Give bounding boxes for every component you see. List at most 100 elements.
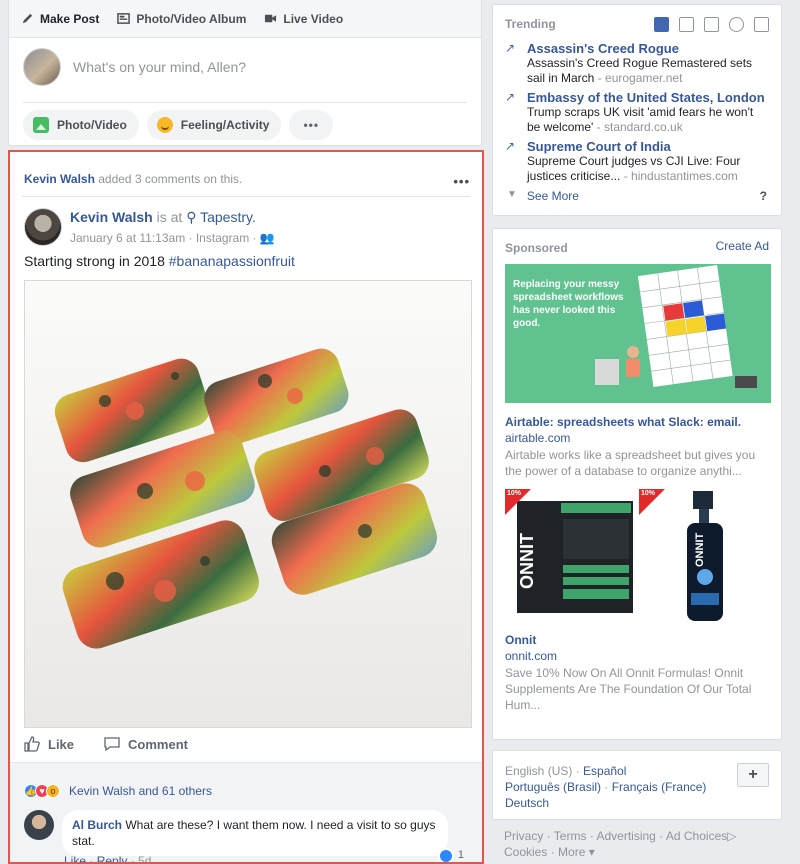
language-link[interactable]: Français (France) [612, 780, 707, 794]
tab-label: Photo/Video Album [136, 11, 247, 26]
comment: Al Burch What are these? I want them now… [24, 810, 464, 862]
onnit-logo-text: ONNIT [517, 533, 537, 589]
add-language-button[interactable]: + [737, 763, 769, 787]
pencil-icon [22, 13, 33, 24]
context-action: added 3 comments on this. [94, 172, 243, 186]
reactions-count[interactable]: Kevin Walsh and 61 others [69, 784, 212, 798]
divider [22, 196, 470, 197]
album-icon [117, 13, 131, 24]
trending-item-title[interactable]: Embassy of the United States, London [527, 90, 765, 105]
button-label: Photo/Video [57, 118, 127, 132]
composer-tabs: Make Post Photo/Video Album Live Video [9, 0, 481, 38]
feeling-activity-button[interactable]: Feeling/Activity [146, 110, 282, 140]
location-pin-icon: ⚲ [186, 209, 201, 225]
discount-badge-text: 10% [641, 490, 656, 497]
trending-arrow-icon: ↗ [505, 139, 516, 153]
comment-bubble: Al Burch What are these? I want them now… [62, 810, 464, 862]
like-button[interactable]: Like [24, 736, 74, 752]
photo-video-button[interactable]: Photo/Video [23, 110, 139, 140]
tab-live-video[interactable]: Live Video [264, 12, 343, 26]
trending-item-source: - standard.co.uk [593, 120, 683, 134]
reactions-bar[interactable]: 👍 ♥ o Kevin Walsh and 61 others [10, 762, 482, 804]
discount-badge-text: 10% [507, 490, 522, 497]
discount-badge: 10% [639, 489, 665, 515]
feed-post: Kevin Walsh added 3 comments on this. ••… [8, 150, 484, 864]
reaction-icons: 👍 ♥ o [24, 783, 60, 798]
trending-item[interactable]: ↗ Embassy of the United States, London T… [505, 90, 765, 135]
post-photo[interactable] [24, 280, 472, 728]
discount-badge: 10% [505, 489, 531, 515]
button-label: Feeling/Activity [180, 118, 270, 132]
more-icon: ••• [303, 118, 320, 132]
comment-button[interactable]: Comment [104, 736, 188, 752]
comment-reply-link[interactable]: Reply [97, 854, 128, 862]
onnit-product-image-2[interactable]: ONNIT 10% [639, 489, 769, 627]
like-label: Like [48, 736, 75, 752]
trending-item-title[interactable]: Assassin's Creed Rogue [527, 41, 763, 56]
commenter-avatar[interactable] [24, 810, 54, 840]
ad-title-link[interactable]: Airtable: spreadsheets what Slack: email… [505, 415, 741, 429]
tab-make-post[interactable]: Make Post [21, 12, 99, 26]
comment-like-count: 1 [457, 849, 464, 861]
separator: · [586, 829, 597, 843]
post-text-body: Starting strong in 2018 [24, 253, 169, 269]
language-list: English (US) · Español Português (Brasil… [505, 763, 725, 811]
cookies-link[interactable]: Cookies [504, 845, 547, 859]
ad-url-link[interactable]: onnit.com [505, 649, 557, 663]
comment-text: What are these? I want them now. I need … [72, 818, 436, 848]
trending-item[interactable]: ↗ Supreme Court of India Supreme Court j… [505, 139, 763, 184]
airtable-ad-image[interactable]: Replacing your messy spreadsheet workflo… [505, 264, 771, 403]
help-icon[interactable]: ? [760, 189, 767, 203]
comment-like-link[interactable]: Like [64, 854, 86, 862]
advertising-link[interactable]: Advertising [596, 829, 655, 843]
sports-icon[interactable] [729, 17, 744, 32]
separator: · [601, 780, 612, 794]
user-avatar[interactable] [23, 48, 61, 86]
post-context-header: Kevin Walsh added 3 comments on this. [10, 152, 482, 196]
post-options-button[interactable]: ••• [453, 174, 470, 189]
onnit-product-image-1[interactable]: ONNIT 10% [505, 489, 635, 627]
comment-footer: Like · Reply · 5d [64, 854, 151, 862]
comment-time[interactable]: 5d [138, 854, 151, 862]
divider [23, 102, 467, 103]
post-timestamp[interactable]: January 6 at 11:13am · Instagram · [70, 231, 260, 245]
trending-item-title[interactable]: Supreme Court of India [527, 139, 763, 154]
commenter-name[interactable]: Al Burch [72, 818, 122, 832]
author-name-link[interactable]: Kevin Walsh [70, 209, 153, 225]
language-link[interactable]: Deutsch [505, 796, 549, 810]
ad-choices-link[interactable]: Ad Choices [666, 829, 727, 843]
trending-item[interactable]: ↗ Assassin's Creed Rogue Assassin's Cree… [505, 41, 763, 86]
see-more-link[interactable]: ▼ See More [507, 189, 579, 203]
privacy-link[interactable]: Privacy [504, 829, 543, 843]
politics-icon[interactable] [679, 17, 694, 32]
tab-photo-video-album[interactable]: Photo/Video Album [117, 12, 246, 26]
top-trends-icon[interactable] [654, 17, 669, 32]
language-link[interactable]: Português (Brasil) [505, 780, 601, 794]
separator: · [572, 764, 584, 778]
ad-title-link[interactable]: Onnit [505, 633, 536, 647]
science-icon[interactable] [704, 17, 719, 32]
spreadsheet-illustration [595, 264, 757, 388]
status-input[interactable]: What's on your mind, Allen? [73, 59, 246, 75]
entertainment-icon[interactable] [754, 17, 769, 32]
post-actions: Like Comment [24, 736, 188, 752]
separator: · [655, 829, 666, 843]
create-ad-link[interactable]: Create Ad [716, 239, 769, 253]
chevron-down-icon: ▼ [507, 189, 517, 200]
more-options-button[interactable]: ••• [289, 110, 334, 140]
onnit-bottle-logo: ONNIT [694, 533, 706, 568]
language-link[interactable]: Español [583, 764, 626, 778]
terms-link[interactable]: Terms [554, 829, 587, 843]
ad-url-link[interactable]: airtable.com [505, 431, 570, 445]
ad-description: Save 10% Now On All Onnit Formulas! Onni… [505, 666, 752, 712]
trending-arrow-icon: ↗ [505, 41, 516, 55]
place-link[interactable]: Tapestry. [200, 209, 256, 225]
more-link[interactable]: More [558, 845, 585, 859]
comments-section: Al Burch What are these? I want them now… [10, 804, 482, 862]
context-author-link[interactable]: Kevin Walsh [24, 172, 95, 186]
wow-reaction-icon: o [46, 783, 60, 798]
author-avatar[interactable] [24, 208, 62, 246]
trending-item-source: - eurogamer.net [594, 71, 683, 85]
hashtag-link[interactable]: #bananapassionfruit [169, 253, 295, 269]
legal-links: Privacy · Terms · Advertising · Ad Choic… [504, 828, 784, 860]
